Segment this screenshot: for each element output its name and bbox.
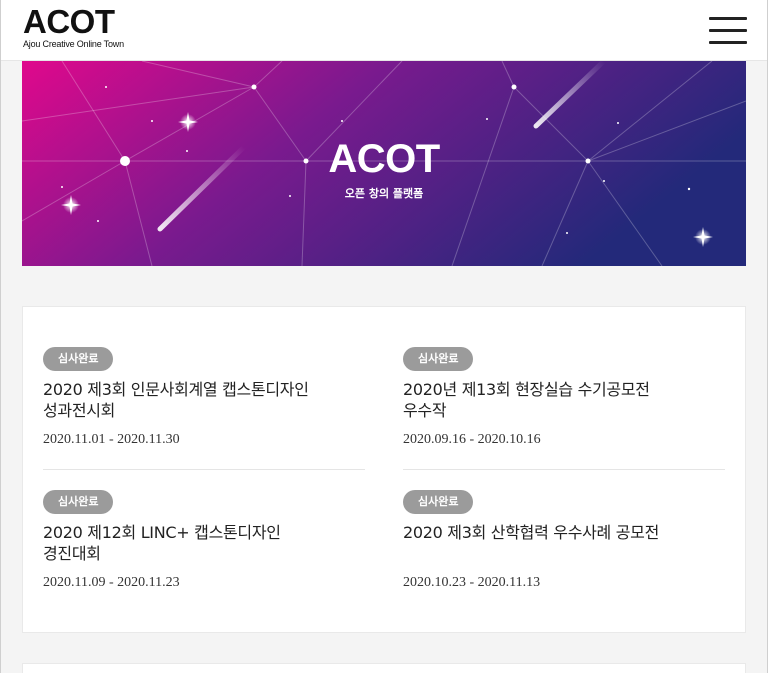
contest-item[interactable]: 심사완료 2020년 제13회 현장실습 수기공모전 우수작 2020.09.1… (403, 347, 725, 448)
contest-title-line: 성과전시회 (43, 401, 116, 420)
contest-item[interactable]: 심사완료 2020 제3회 산학협력 우수사례 공모전 2020.10.23 -… (403, 490, 725, 591)
status-badge: 심사완료 (403, 347, 474, 371)
page: ACOT Ajou Creative Online Town ACOT 오픈 창… (0, 0, 768, 673)
date-start: 2020.11.01 (43, 432, 106, 447)
site-logo[interactable]: ACOT Ajou Creative Online Town (23, 3, 124, 49)
logo-wordmark: ACOT (23, 3, 115, 40)
contest-title-line: 2020 제12회 LINC+ 캡스톤디자인 (43, 523, 281, 542)
date-end: 2020.11.30 (117, 432, 180, 447)
contest-title-line: 우수작 (403, 401, 447, 420)
date-start: 2020.09.16 (403, 432, 466, 447)
contest-title-line: 경진대회 (43, 544, 101, 563)
hero-banner: ACOT 오픈 창의 플랫폼 (22, 61, 746, 266)
contest-title[interactable]: 2020 제3회 산학협력 우수사례 공모전 (403, 522, 725, 564)
menu-bar (709, 17, 747, 20)
date-separator: - (466, 575, 478, 590)
menu-bar (709, 41, 747, 44)
date-end: 2020.11.23 (117, 575, 180, 590)
contest-title[interactable]: 2020 제3회 인문사회계열 캡스톤디자인 성과전시회 (43, 379, 365, 421)
contest-title-line: 2020 제3회 산학협력 우수사례 공모전 (403, 523, 660, 542)
date-separator: - (105, 575, 118, 590)
status-badge: 심사완료 (43, 490, 114, 514)
contest-date-range: 2020.11.01 - 2020.11.30 (43, 432, 365, 448)
row-divider (43, 469, 365, 470)
contest-title[interactable]: 2020 제12회 LINC+ 캡스톤디자인 경진대회 (43, 522, 365, 564)
row-divider (403, 469, 725, 470)
contest-title[interactable]: 2020년 제13회 현장실습 수기공모전 우수작 (403, 379, 725, 421)
date-start: 2020.11.09 (43, 575, 106, 590)
banner-title: ACOT (328, 137, 440, 181)
date-separator: - (466, 432, 478, 447)
contest-title-line: 2020 제3회 인문사회계열 캡스톤디자인 (43, 380, 309, 399)
contest-date-range: 2020.10.23 - 2020.11.13 (403, 575, 725, 591)
contest-list-card: 심사완료 2020 제3회 인문사회계열 캡스톤디자인 성과전시회 2020.1… (22, 306, 746, 633)
contest-item[interactable]: 심사완료 2020 제3회 인문사회계열 캡스톤디자인 성과전시회 2020.1… (43, 347, 365, 448)
hamburger-menu-icon[interactable] (709, 17, 747, 44)
date-end: 2020.11.13 (477, 575, 541, 590)
banner-subtitle: 오픈 창의 플랫폼 (344, 187, 424, 200)
date-separator: - (105, 432, 118, 447)
contest-date-range: 2020.09.16 - 2020.10.16 (403, 432, 725, 448)
contest-item[interactable]: 심사완료 2020 제12회 LINC+ 캡스톤디자인 경진대회 2020.11… (43, 490, 365, 591)
contest-title-line: 2020년 제13회 현장실습 수기공모전 (403, 380, 650, 399)
contest-date-range: 2020.11.09 - 2020.11.23 (43, 575, 365, 591)
logo-tagline: Ajou Creative Online Town (23, 39, 124, 49)
status-badge: 심사완료 (43, 347, 114, 371)
date-start: 2020.10.23 (403, 575, 466, 590)
site-header: ACOT Ajou Creative Online Town (1, 0, 767, 61)
next-section-card (22, 663, 746, 673)
status-badge: 심사완료 (403, 490, 474, 514)
menu-bar (709, 29, 747, 32)
date-end: 2020.10.16 (477, 432, 541, 447)
